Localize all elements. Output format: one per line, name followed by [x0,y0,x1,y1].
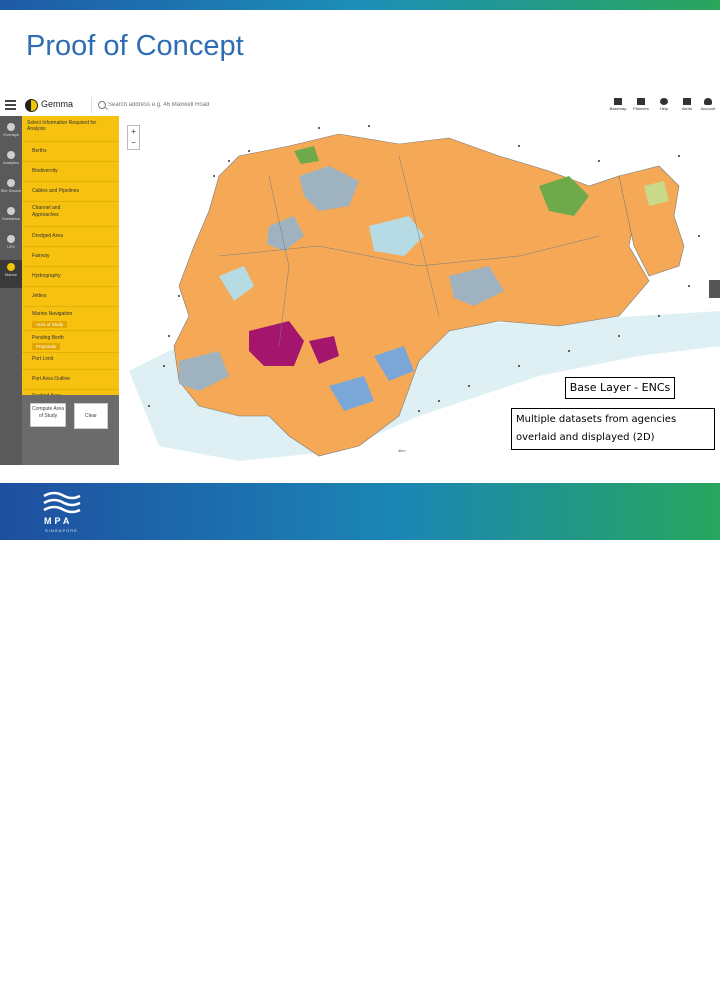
scale-bar-label: 4km [398,448,406,453]
rail-les[interactable]: LES [0,232,22,260]
panel-item-dredged-area[interactable]: Dredged Area [22,226,119,247]
app-name: Gemma [41,99,74,109]
user-icon [704,98,712,105]
panel-actions: Compute Area of Study Clear [22,395,119,465]
zoom-in-button[interactable]: + [128,126,139,137]
help-icon [660,98,668,105]
search-box[interactable] [91,97,252,113]
search-input[interactable] [108,99,248,110]
area-of-study-option[interactable]: Area of Study [32,321,68,328]
logo-text: MPA [44,516,73,526]
analytics-icon [7,151,15,159]
slide-top-bar [0,0,720,10]
zoom-out-button[interactable]: − [128,137,139,148]
bell-icon [683,98,691,105]
compute-area-button[interactable]: Compute Area of Study [30,403,66,427]
clear-button[interactable]: Clear [74,403,108,429]
rail-overlays[interactable]: Overlays [0,120,22,148]
panel-item-berths[interactable]: Berths [22,141,119,162]
map-icon [614,98,622,105]
marine-icon [7,263,15,271]
panel-item-fairway[interactable]: Fairway [22,246,119,267]
people-icon [637,98,645,105]
site-search-icon [7,179,15,187]
help-button[interactable]: Help [653,97,675,115]
side-rail: Overlays Analytics Site Search Scenarios… [0,116,22,465]
panel-item-hydrography[interactable]: Hydrography [22,266,119,287]
slide-footer: 7 [0,483,720,987]
slide-title: Proof of Concept [26,30,244,62]
panel-item-port-area-outline[interactable]: Port Area Outline [22,369,119,390]
account-button[interactable]: Account [697,97,719,115]
scenario-icon [7,207,15,215]
basemap-button[interactable]: Basemap [607,97,629,115]
zoom-control: + − [127,125,140,150]
page-number: 7 [664,977,670,987]
panel-item-channel-approaches[interactable]: Channel and Approaches [22,201,119,222]
map-side-toggle[interactable] [709,280,720,298]
app-header: Gemma Basemap Planners Help Alerts Accou… [0,95,720,117]
logo-subtext: SINGAPORE [45,528,78,533]
rail-analytics[interactable]: Analytics [0,148,22,176]
planners-button[interactable]: Planners [630,97,652,115]
search-icon[interactable] [98,101,106,109]
alerts-button[interactable]: Alerts [676,97,698,115]
menu-icon[interactable] [5,100,16,110]
datasets-callout: Multiple datasets from agencies overlaid… [511,408,715,450]
app-logo [25,99,38,112]
rail-scenarios[interactable]: Scenarios [0,204,22,232]
rail-marine[interactable]: Marine [0,260,22,288]
panel-item-jetties[interactable]: Jetties [22,286,119,307]
gear-icon [7,235,15,243]
layers-icon [7,123,15,131]
proposals-option[interactable]: Proposals [32,343,61,350]
rail-site-search[interactable]: Site Search [0,176,22,204]
base-layer-callout: Base Layer - ENCs [565,377,675,399]
panel-title: Select Information Required for Analysis [27,120,97,132]
panel-item-biodiversity[interactable]: Biodiversity [22,161,119,182]
panel-item-cables-pipelines[interactable]: Cables and Pipelines [22,181,119,202]
